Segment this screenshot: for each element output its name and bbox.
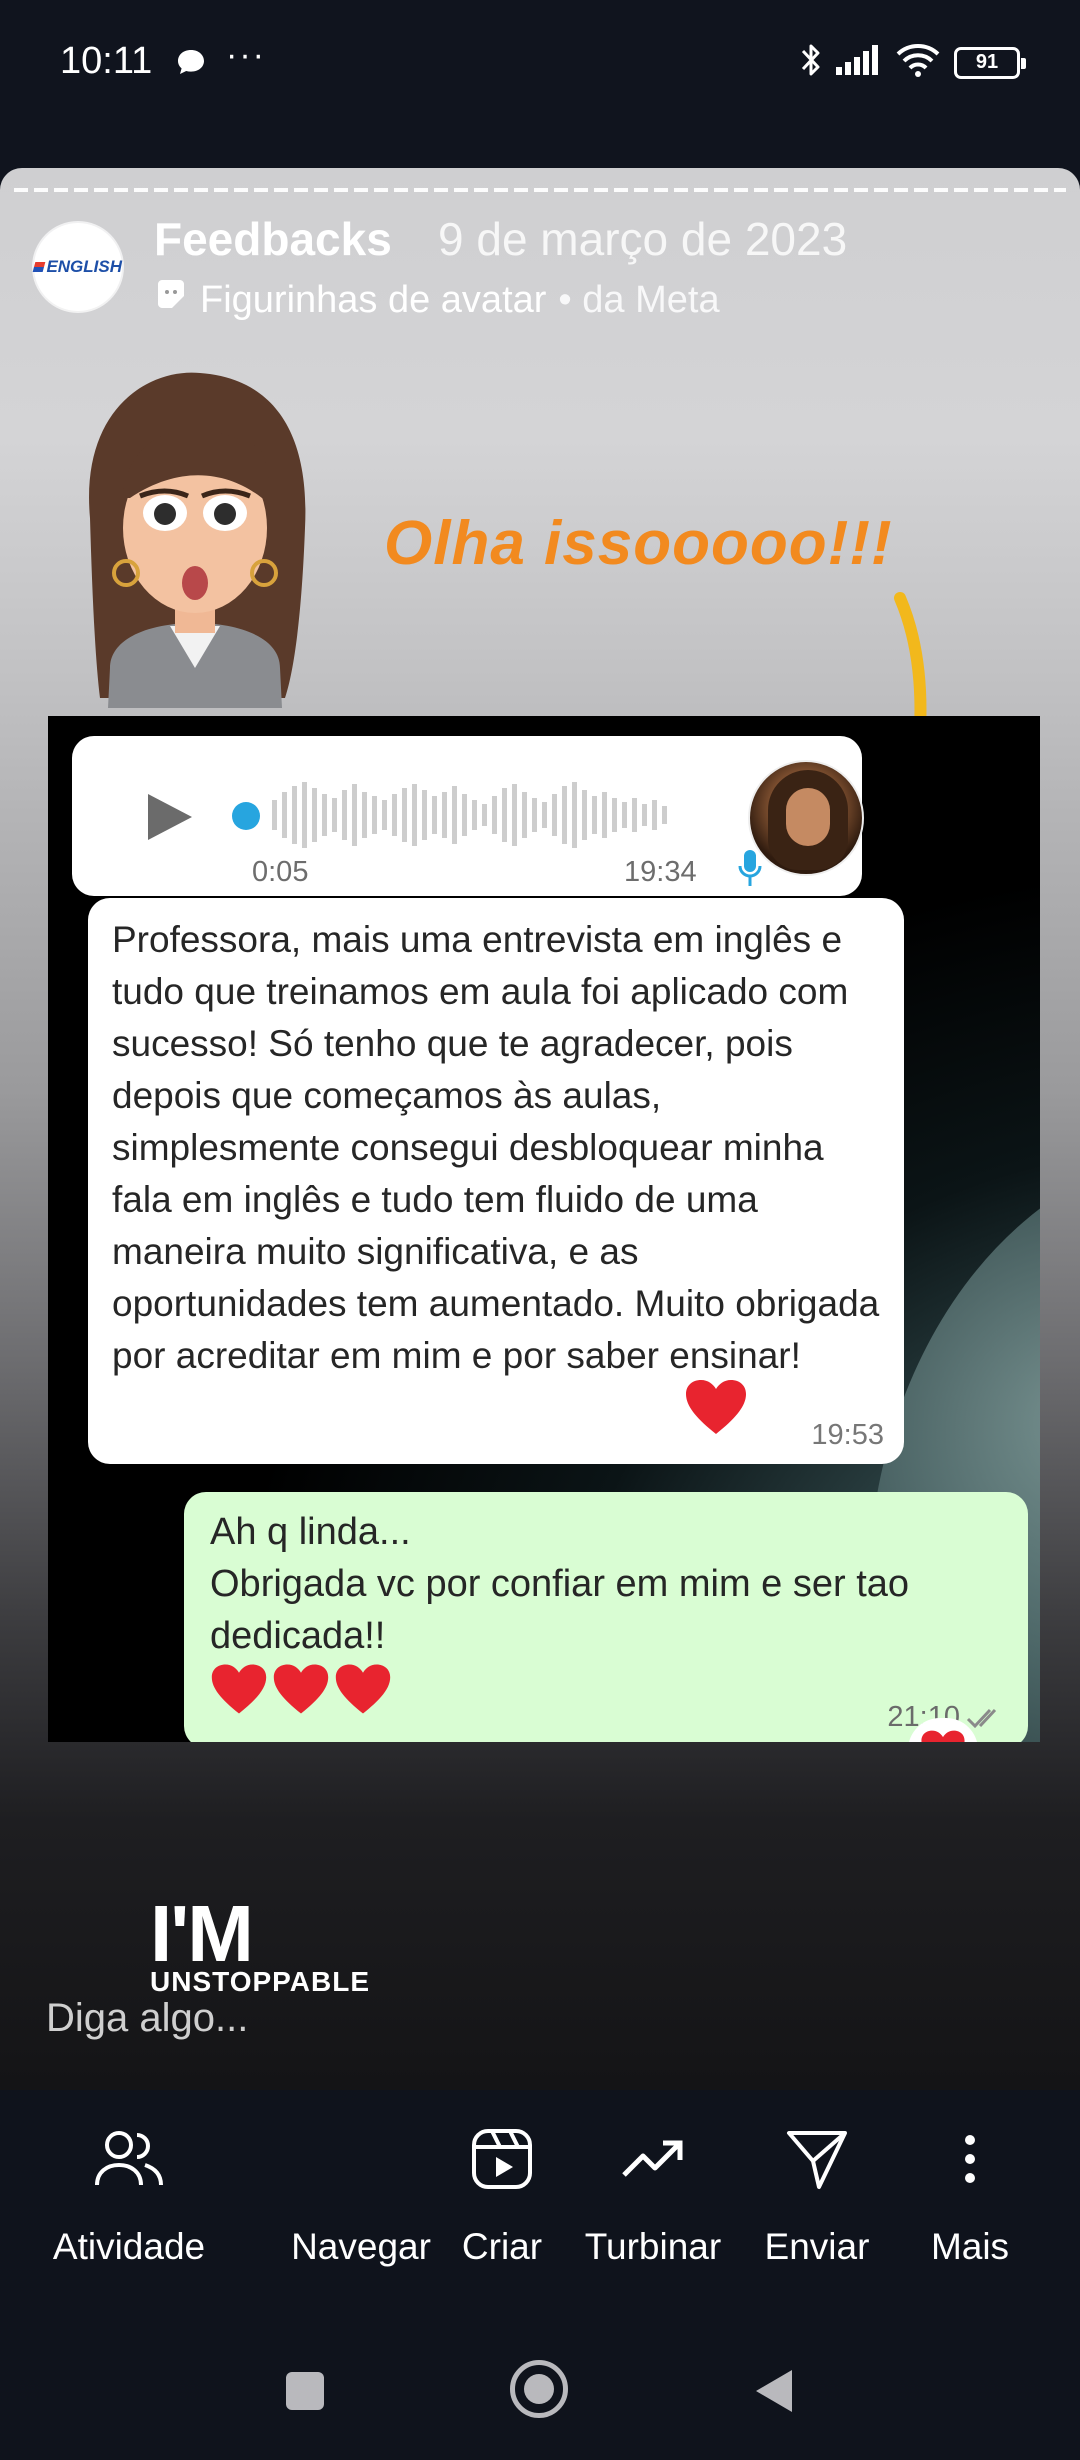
back-button[interactable]	[754, 2368, 794, 2419]
audio-timestamp: 19:34	[624, 856, 697, 888]
memoji-sticker	[70, 368, 320, 713]
sticker-label: Figurinhas de avatar	[200, 278, 547, 321]
activity-label: Atividade	[52, 2226, 206, 2267]
unstoppable-sticker: I'M UNSTOPPABLE	[150, 1889, 370, 1998]
story-action-bar: Atividade Navegar Criar Turbinar Enviar …	[0, 2090, 1080, 2310]
heart-emoji-icon	[335, 1664, 391, 1714]
create-label: Criar	[461, 2226, 543, 2267]
overlay-caption: Olha issooooo!!!	[384, 509, 893, 578]
chat-screenshot: 0:05 19:34 Professora, mais uma entrevis…	[48, 716, 1040, 1742]
browse-button[interactable]: Navegar	[286, 2114, 436, 2268]
heart-emoji-icon	[684, 1378, 748, 1441]
send-label: Enviar	[764, 2226, 870, 2267]
status-time: 10:11	[60, 40, 153, 82]
people-icon	[93, 2114, 165, 2204]
activity-button[interactable]: Atividade	[44, 2114, 214, 2268]
status-bar: 10:11 ··· 91	[0, 0, 1080, 130]
incoming-timestamp: 19:53	[811, 1419, 884, 1451]
story-username[interactable]: Feedbacks	[154, 212, 392, 266]
recents-button[interactable]	[286, 2372, 324, 2410]
more-button[interactable]: Mais	[910, 2114, 1030, 2268]
browse-label: Navegar	[291, 2226, 431, 2267]
system-nav-bar	[0, 2310, 1080, 2460]
audio-progress-dot	[232, 802, 260, 830]
trending-icon	[621, 2114, 685, 2204]
reels-icon	[470, 2114, 534, 2204]
boost-button[interactable]: Turbinar	[572, 2114, 734, 2268]
incoming-message-text: Professora, mais uma entrevista em inglê…	[112, 919, 880, 1376]
outgoing-message-text: Ah q linda... Obrigada vc por confiar em…	[210, 1506, 1010, 1662]
sticker-source: • da Meta	[558, 278, 720, 321]
flag-icon	[32, 262, 46, 272]
mic-icon	[738, 848, 762, 893]
signal-icon	[836, 45, 882, 80]
hearts-emoji-row	[210, 1662, 392, 1716]
story-progress-bar	[14, 188, 1066, 192]
bluetooth-icon	[800, 42, 822, 83]
audio-message-bubble: 0:05 19:34	[72, 736, 864, 896]
story-date: 9 de março de 2023	[438, 213, 848, 265]
double-check-icon	[966, 1708, 997, 1728]
sticker-line-1: I'M	[150, 1889, 254, 1978]
avatar-sticker-icon	[154, 278, 188, 322]
chat-bubble-icon	[176, 48, 206, 81]
more-notifications-icon: ···	[226, 36, 266, 74]
audio-duration: 0:05	[252, 856, 309, 888]
heart-emoji-icon	[211, 1664, 267, 1714]
boost-label: Turbinar	[584, 2226, 722, 2267]
story-viewer[interactable]: ENGLISH Feedbacks 9 de março de 2023 Fig…	[0, 168, 1080, 2090]
outgoing-line-1: Ah q linda...	[210, 1511, 411, 1553]
send-icon	[785, 2114, 849, 2204]
reply-input[interactable]: Diga algo...	[46, 1996, 248, 2041]
avatar-logo-text: ENGLISH	[46, 257, 122, 276]
heart-emoji-icon	[273, 1664, 329, 1714]
incoming-message-bubble: Professora, mais uma entrevista em inglê…	[88, 898, 904, 1464]
more-vertical-icon	[963, 2114, 977, 2204]
wifi-icon	[896, 43, 940, 82]
play-icon	[142, 790, 196, 849]
battery-indicator: 91	[954, 46, 1026, 79]
story-sticker-attribution[interactable]: Figurinhas de avatar • da Meta	[154, 278, 720, 322]
sticker-line-2: UNSTOPPABLE	[150, 1966, 370, 1997]
waveform	[272, 778, 712, 857]
story-avatar[interactable]: ENGLISH	[32, 223, 122, 311]
more-label: Mais	[930, 2226, 1010, 2267]
create-button[interactable]: Criar	[452, 2114, 552, 2268]
home-button[interactable]	[510, 2360, 568, 2418]
sender-avatar	[748, 760, 864, 876]
outgoing-line-2: Obrigada vc por confiar em mim e ser tao…	[210, 1563, 910, 1657]
send-button[interactable]: Enviar	[752, 2114, 882, 2268]
outgoing-message-bubble: Ah q linda... Obrigada vc por confiar em…	[184, 1492, 1028, 1742]
